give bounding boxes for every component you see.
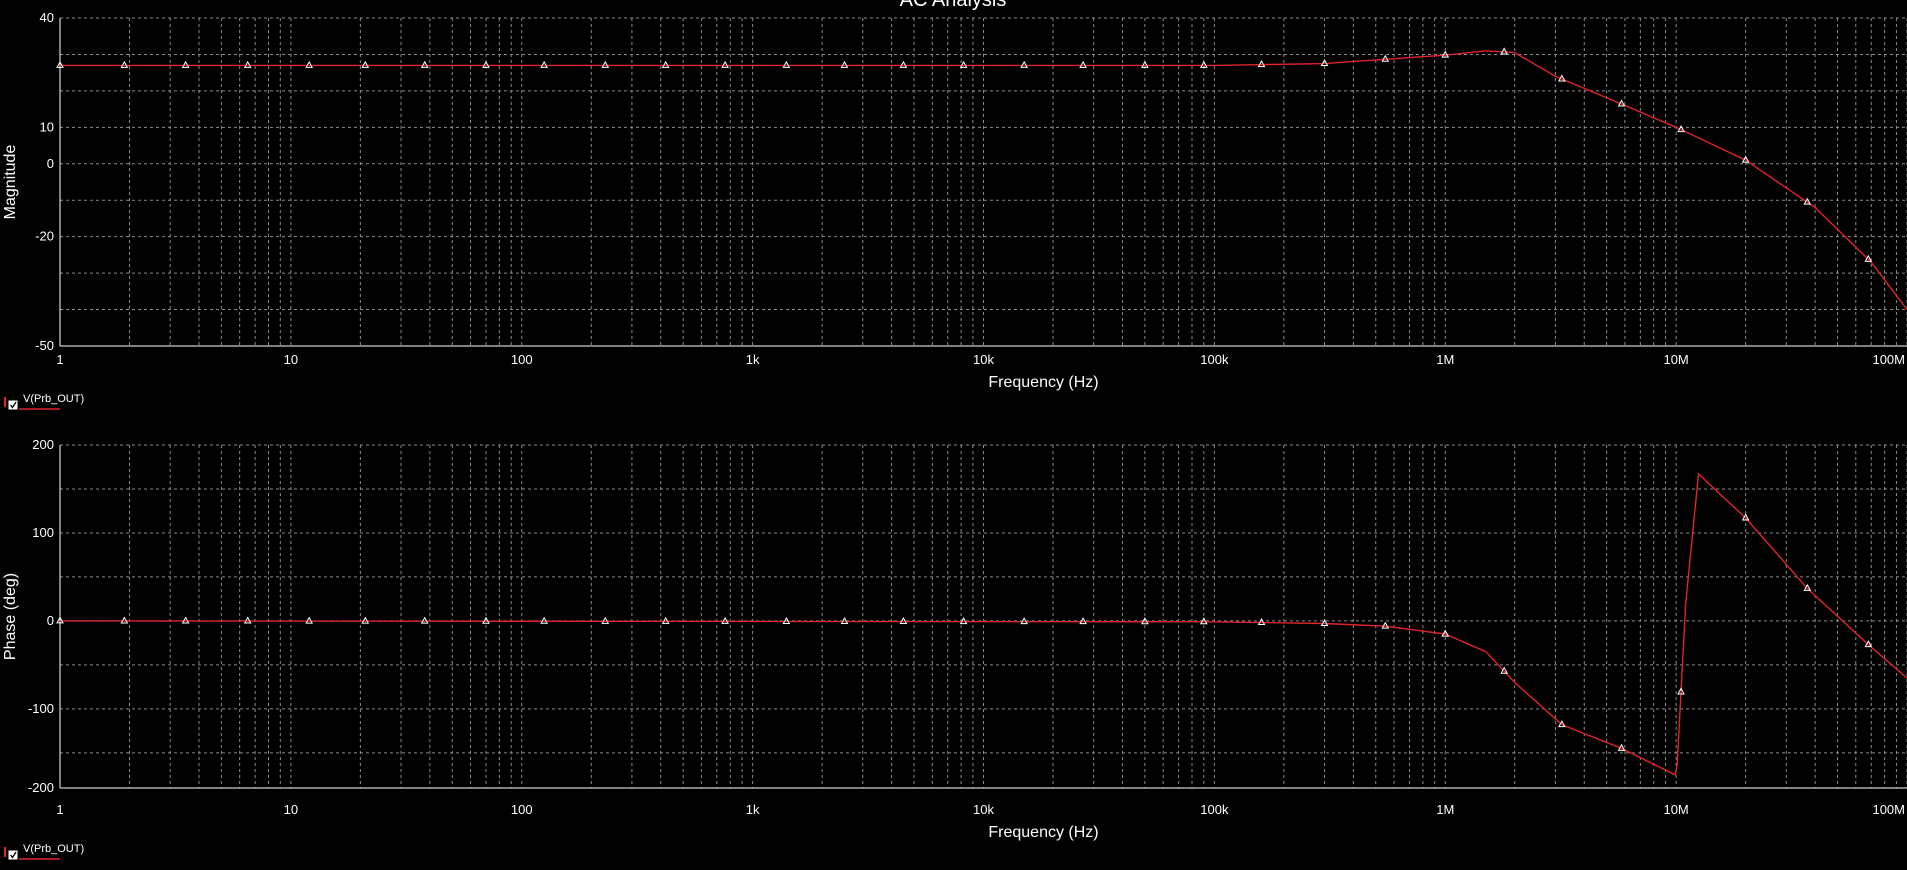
chart-panel-1: 1 10 100 1k 10k 100k 1M 10M 100M40100-20-50Frequ… [2,10,1907,391]
data-point-marker [899,60,908,68]
data-point-marker [1079,60,1087,68]
y-axis-title: Magnitude [2,145,19,220]
data-point-marker [540,60,548,68]
legend[interactable]: V(Prb_OUT) [4,843,84,860]
data-point-marker [721,60,729,68]
y-tick-label: 200 [32,437,54,452]
x-tick-label: 10M [1663,802,1688,817]
data-point-marker [305,616,313,624]
y-tick-label: 0 [47,156,54,171]
x-tick-label: 1k [746,352,760,367]
data-point-marker [601,60,610,68]
data-point-marker [181,616,190,624]
data-point-marker [243,616,252,624]
x-tick-label: 10 [284,352,298,367]
data-point-marker [361,616,370,624]
data-point-marker [420,60,429,68]
y-tick-label: 0 [47,613,54,628]
data-point-marker [120,60,129,68]
data-point-marker [1020,60,1029,68]
x-tick-label: 100 [511,802,533,817]
legend[interactable]: V(Prb_OUT) [4,393,84,410]
data-point-marker [1257,60,1266,68]
data-point-marker [243,60,252,68]
legend-label: V(Prb_OUT) [23,393,84,405]
chart-title: AC Analysis [900,0,1007,11]
y-tick-label: 100 [32,525,54,540]
data-point-marker [181,60,190,68]
x-tick-label: 100k [1200,352,1229,367]
data-point-marker [782,60,791,68]
data-point-marker [361,60,370,68]
x-tick-label: 100M [1872,802,1905,817]
x-tick-label: 10 [284,802,298,817]
x-tick-label: 1M [1436,352,1454,367]
y-tick-label: -100 [28,701,54,716]
y-tick-label: -200 [28,780,54,795]
x-tick-label: 1k [746,802,760,817]
x-tick-label: 1 [56,802,63,817]
data-point-marker [1257,617,1266,626]
y-tick-label: -20 [35,229,54,244]
x-axis-title: Frequency (Hz) [988,374,1098,391]
x-tick-label: 100 [511,352,533,367]
x-tick-label: 100k [1200,802,1229,817]
x-tick-label: 10k [973,352,994,367]
x-tick-label: 1 [56,352,63,367]
data-point-marker [661,60,670,68]
y-tick-label: 10 [40,119,54,134]
x-tick-label: 1M [1436,802,1454,817]
legend-color-bar [4,397,6,407]
x-axis-title: Frequency (Hz) [988,824,1098,841]
legend-label: V(Prb_OUT) [23,843,84,855]
data-point-marker [305,60,313,68]
x-tick-label: 10M [1663,352,1688,367]
y-tick-label: 40 [40,10,54,25]
x-tick-label: 100M [1872,352,1905,367]
y-tick-label: -50 [35,338,54,353]
data-point-marker [120,616,129,624]
legend-color-bar [4,847,6,857]
y-axis-title: Phase (deg) [2,573,19,660]
data-point-marker [840,60,849,68]
x-tick-label: 10k [973,802,994,817]
ac-analysis-chart: AC Analysis 1 10 100 1k 10k 100k 1M 10M 100M4010… [2,0,1907,860]
chart-panel-2: 1 10 100 1k 10k 100k 1M 10M 100M 200 100 0 -100 -200 F… [2,437,1907,841]
